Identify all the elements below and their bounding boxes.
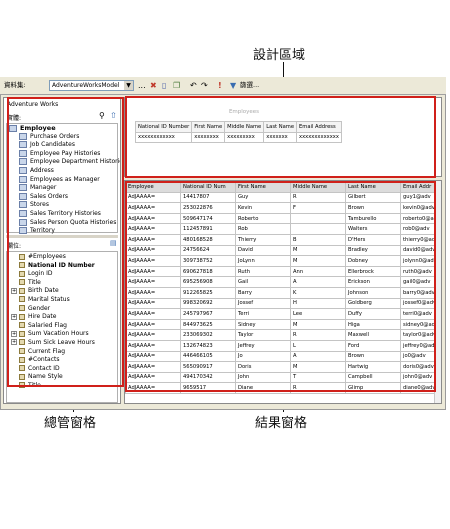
design-area-highlight [125, 96, 436, 178]
explorer-pane-highlight [7, 97, 124, 387]
new-report-icon[interactable]: ▯ [162, 80, 166, 91]
edit-filter-icon[interactable]: ❐ [173, 80, 180, 91]
chevron-down-icon[interactable]: ▼ [124, 81, 133, 90]
clear-query-icon[interactable]: ✖ [150, 80, 157, 91]
run-icon[interactable]: ! [218, 80, 222, 91]
redo-icon[interactable]: ↷ [201, 80, 208, 91]
results-pane-highlight [125, 181, 436, 392]
toolbar: 資料集: AdventureWorksModel ▼ ... ✖ ▯ ❐ ↶ ↷… [0, 77, 446, 95]
design-area-callout: 設計區域 [253, 48, 306, 63]
filter-button[interactable]: 篩選... [240, 80, 259, 91]
dataset-select[interactable]: AdventureWorksModel ▼ [49, 80, 134, 91]
results-pane-callout: 結果窗格 [255, 416, 308, 431]
dataset-label: 資料集: [4, 81, 26, 89]
filter-icon[interactable]: ▼ [230, 80, 236, 91]
undo-icon[interactable]: ↶ [190, 80, 197, 91]
dataset-browse-button[interactable]: ... [138, 80, 146, 91]
explorer-pane-callout: 總管窗格 [44, 416, 97, 431]
dataset-value: AdventureWorksModel [52, 82, 120, 89]
